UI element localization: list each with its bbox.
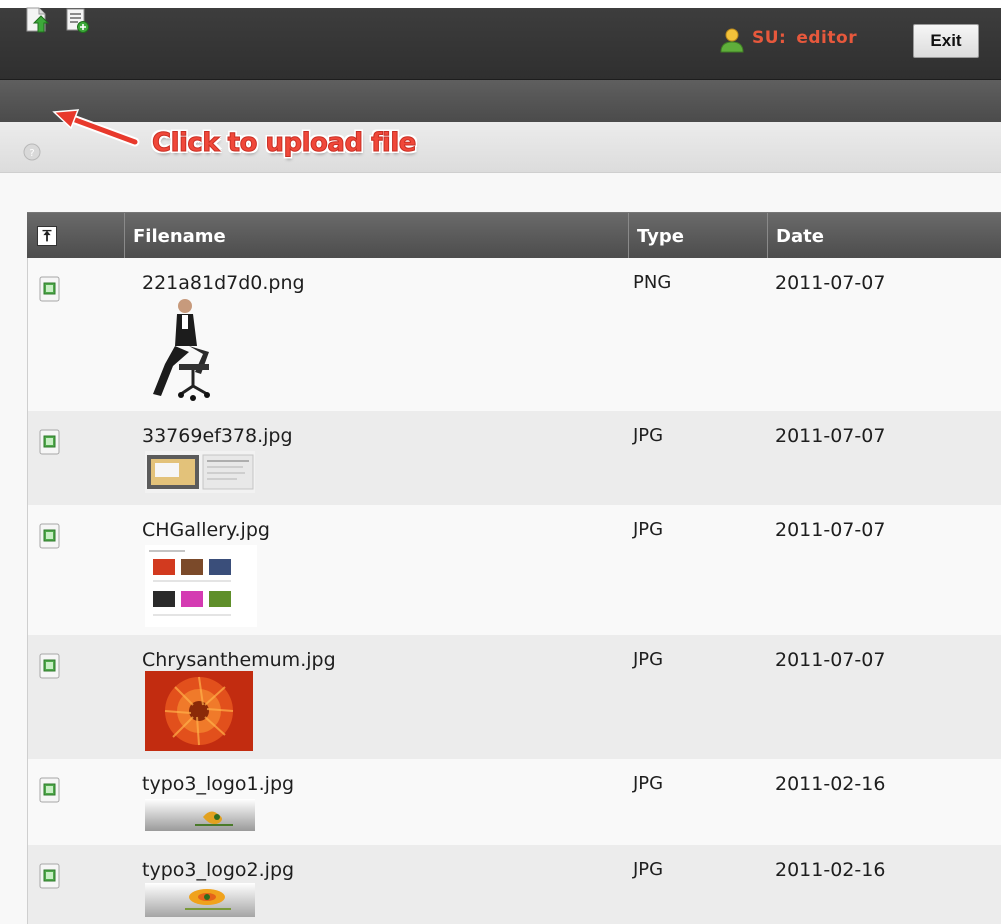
file-thumbnail[interactable]	[145, 799, 255, 831]
file-date: 2011-07-07	[775, 425, 886, 447]
svg-text:?: ?	[29, 148, 34, 159]
column-type[interactable]: Type	[628, 213, 767, 259]
file-date: 2011-02-16	[775, 859, 886, 881]
new-file-icon[interactable]	[64, 6, 90, 34]
file-name[interactable]: 221a81d7d0.png	[142, 272, 305, 294]
table-row: 221a81d7d0.png PNG 2011-07-07	[27, 258, 1001, 411]
file-name[interactable]: typo3_logo1.jpg	[142, 773, 294, 795]
file-type: JPG	[633, 859, 664, 880]
file-type: PNG	[633, 272, 672, 293]
upload-file-icon[interactable]	[24, 6, 50, 34]
table-row: CHGallery.jpg JPG 2011-07-07	[27, 505, 1001, 635]
upload-annotation: Click to upload file	[152, 128, 417, 159]
file-date: 2011-07-07	[775, 519, 886, 541]
file-date: 2011-02-16	[775, 773, 886, 795]
file-type: JPG	[633, 425, 664, 446]
toolbar	[0, 80, 1001, 122]
file-name[interactable]: CHGallery.jpg	[142, 519, 270, 541]
table-row: 33769ef378.jpg JPG 2011-07-07	[27, 411, 1001, 505]
column-date[interactable]: Date	[767, 213, 1001, 259]
table-row: typo3_logo2.jpg JPG 2011-02-16	[27, 845, 1001, 924]
file-thumbnail[interactable]	[145, 294, 225, 404]
table-header: Filename Type Date	[27, 212, 1001, 259]
module-header	[0, 122, 1001, 173]
image-file-icon	[39, 863, 60, 889]
file-type: JPG	[633, 649, 664, 670]
switch-user-label: SU: editor	[752, 28, 857, 48]
file-type: JPG	[633, 773, 664, 794]
exit-button[interactable]: Exit	[913, 24, 979, 58]
user-icon	[720, 28, 744, 53]
table-row: Chrysanthemum.jpg JPG 2011-07-07	[27, 635, 1001, 759]
table-row: typo3_logo1.jpg JPG 2011-02-16	[27, 759, 1001, 845]
table-left-border	[27, 258, 28, 924]
image-file-icon	[39, 523, 60, 549]
column-filename[interactable]: Filename	[124, 213, 628, 259]
annotation-arrow	[52, 109, 140, 147]
file-date: 2011-07-07	[775, 649, 886, 671]
file-type: JPG	[633, 519, 664, 540]
image-file-icon	[39, 276, 60, 302]
file-thumbnail[interactable]	[145, 883, 255, 917]
help-icon[interactable]: ?	[22, 142, 42, 162]
image-file-icon	[39, 429, 60, 455]
file-name[interactable]: 33769ef378.jpg	[142, 425, 293, 447]
sort-up-icon[interactable]	[37, 226, 57, 246]
file-name[interactable]: Chrysanthemum.jpg	[142, 649, 336, 671]
file-thumbnail[interactable]	[145, 545, 257, 627]
file-thumbnail[interactable]	[145, 451, 255, 493]
top-strip	[0, 0, 1001, 8]
su-prefix: SU:	[752, 28, 787, 48]
file-name[interactable]: typo3_logo2.jpg	[142, 859, 294, 881]
file-thumbnail[interactable]	[145, 671, 253, 751]
image-file-icon	[39, 653, 60, 679]
file-date: 2011-07-07	[775, 272, 886, 294]
su-username: editor	[796, 28, 858, 48]
image-file-icon	[39, 777, 60, 803]
